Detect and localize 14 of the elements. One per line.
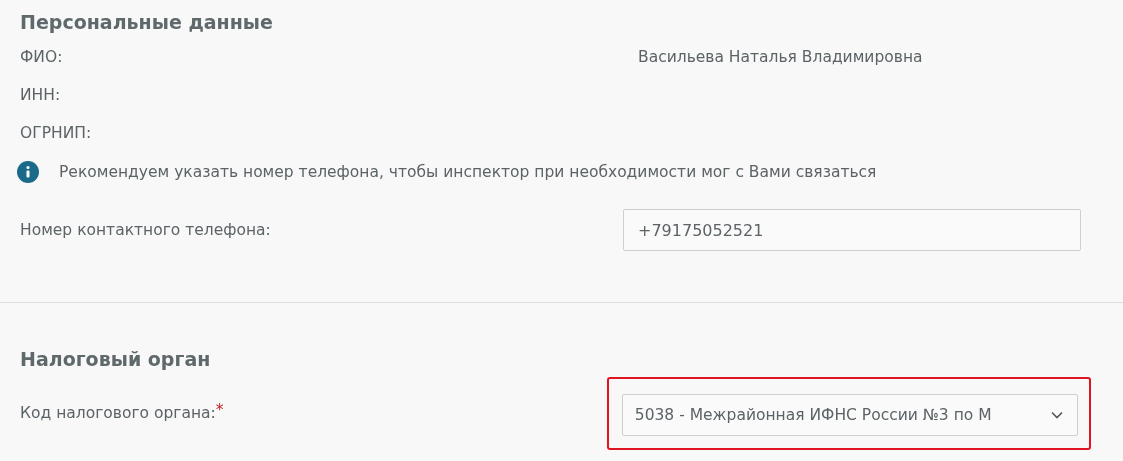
- required-mark: *: [215, 401, 225, 419]
- info-message: Рекомендуем указать номер телефона, чтобы инспектор при необходимости мог с Вами связаться: [59, 163, 877, 181]
- field-label: ФИО:: [20, 48, 64, 66]
- chevron-down-icon: [1050, 410, 1063, 419]
- field-label: Код налогового органа:: [20, 404, 216, 422]
- field-label: Номер контактного телефона:: [20, 221, 272, 239]
- field-label: ИНН:: [20, 86, 62, 104]
- section-title: Налоговый орган: [20, 347, 212, 372]
- field-label: ОГРНИП:: [20, 124, 93, 142]
- phone-input[interactable]: +79175052521: [623, 209, 1081, 251]
- tax-office-select[interactable]: 5038 - Межрайонная ИФНС России №3 по М: [621, 393, 1078, 436]
- section-title: Персональные данные: [20, 10, 274, 35]
- info-icon: [17, 161, 39, 183]
- field-value: Васильева Наталья Владимировна: [638, 48, 923, 66]
